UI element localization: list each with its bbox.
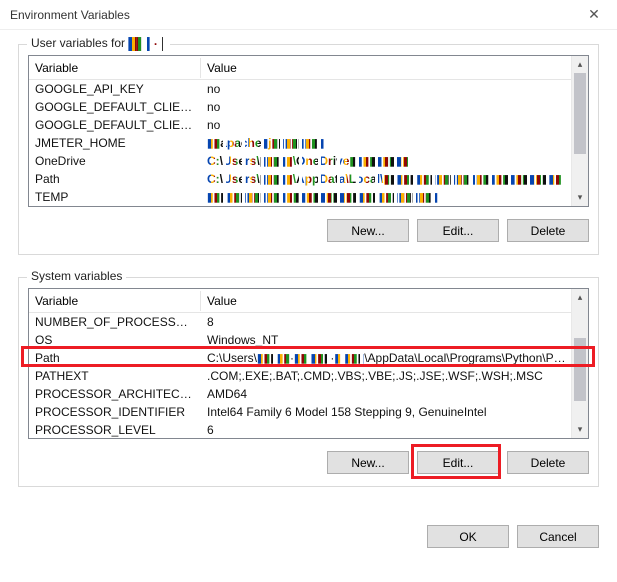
dialog-footer: OK Cancel: [0, 525, 617, 548]
table-row[interactable]: JMETER_HOME▮▮apache▮j▮▮▮▮▮▮▮▮: [29, 134, 588, 152]
system-table-header: Variable Value: [29, 289, 588, 313]
user-legend-prefix: User variables for: [31, 36, 128, 50]
table-row[interactable]: GOOGLE_DEFAULT_CLIENT_...no: [29, 116, 588, 134]
cell-value: 6: [201, 422, 588, 438]
cell-variable: Path: [29, 171, 201, 187]
table-row[interactable]: PROCESSOR_ARCHITECTUREAMD64: [29, 385, 588, 403]
user-edit-button[interactable]: Edit...: [417, 219, 499, 242]
user-variables-legend: User variables for █▌▌·▐: [27, 36, 170, 51]
cell-value: ▮▮apache▮j▮▮▮▮▮▮▮▮: [201, 135, 588, 152]
cell-value: no: [201, 81, 588, 97]
cancel-button[interactable]: Cancel: [517, 525, 599, 548]
table-row[interactable]: TEMP▮▮▮▮▮▮▮▮▮▮▮▮▮▮▮▮▮▮▮▮▮▮▮▮▮▮▮▮▮▮▮▮▮▮▮: [29, 188, 588, 206]
table-row[interactable]: NUMBER_OF_PROCESSORS8: [29, 313, 588, 331]
scroll-thumb[interactable]: [574, 338, 586, 401]
cell-value: ▮▮▮▮▮▮▮▮▮▮▮▮▮▮▮▮▮▮▮▮▮▮▮▮▮▮▮▮▮▮▮▮▮▮▮: [201, 189, 588, 206]
cell-variable: JMETER_HOME: [29, 135, 201, 151]
cell-value: Intel64 Family 6 Model 158 Stepping 9, G…: [201, 404, 588, 420]
scroll-down-icon[interactable]: ▾: [572, 189, 588, 206]
user-table-scrollbar[interactable]: ▴ ▾: [571, 56, 588, 206]
close-icon: ✕: [588, 6, 600, 23]
cell-value: AMD64: [201, 386, 588, 402]
user-buttons-row: New... Edit... Delete: [28, 219, 589, 242]
system-table-scrollbar[interactable]: ▴ ▾: [571, 289, 588, 438]
cell-variable: NUMBER_OF_PROCESSORS: [29, 314, 201, 330]
table-row[interactable]: GOOGLE_DEFAULT_CLIENT_IDno: [29, 98, 588, 116]
table-row[interactable]: OSWindows_NT: [29, 331, 588, 349]
system-variables-table[interactable]: Variable Value NUMBER_OF_PROCESSORS8OSWi…: [28, 288, 589, 439]
cell-variable: GOOGLE_DEFAULT_CLIENT_...: [29, 117, 201, 133]
scroll-track[interactable]: [572, 306, 588, 421]
cell-value: C:\Users\▮▮▮▮▮·▮▮ ▮▮▮·▮ ▮▮▮\AppData\Loca…: [201, 350, 588, 367]
cell-variable: PROCESSOR_LEVEL: [29, 422, 201, 438]
system-buttons-row: New... Edit... Delete: [28, 451, 589, 474]
table-row[interactable]: OneDriveC:\Users\▮▮▮▮▮\OneDrive▮▮▮▮▮▮▮▮▮: [29, 152, 588, 170]
window-title: Environment Variables: [10, 8, 130, 22]
cell-value: no: [201, 117, 588, 133]
system-new-button[interactable]: New...: [327, 451, 409, 474]
cell-variable: OneDrive: [29, 153, 201, 169]
table-row[interactable]: PROCESSOR_LEVEL6: [29, 421, 588, 439]
col-header-value[interactable]: Value: [201, 291, 588, 311]
system-delete-button[interactable]: Delete: [507, 451, 589, 474]
user-delete-button[interactable]: Delete: [507, 219, 589, 242]
cell-variable: PROCESSOR_IDENTIFIER: [29, 404, 201, 420]
system-edit-button[interactable]: Edit...: [417, 451, 499, 474]
table-row[interactable]: PATHEXT.COM;.EXE;.BAT;.CMD;.VBS;.VBE;.JS…: [29, 367, 588, 385]
cell-value: 8: [201, 314, 588, 330]
cell-variable: GOOGLE_API_KEY: [29, 81, 201, 97]
cell-value: no: [201, 99, 588, 115]
col-header-variable[interactable]: Variable: [29, 58, 201, 78]
user-variables-table[interactable]: Variable Value GOOGLE_API_KEYnoGOOGLE_DE…: [28, 55, 589, 207]
dialog-content: User variables for █▌▌·▐ Variable Value …: [0, 30, 617, 521]
user-variables-group: User variables for █▌▌·▐ Variable Value …: [18, 44, 599, 255]
titlebar: Environment Variables ✕: [0, 0, 617, 30]
system-variables-group: System variables Variable Value NUMBER_O…: [18, 277, 599, 487]
col-header-value[interactable]: Value: [201, 58, 588, 78]
scroll-thumb[interactable]: [574, 73, 586, 154]
cell-value: C:\Users\▮▮▮▮▮\OneDrive▮▮▮▮▮▮▮▮▮: [201, 153, 588, 170]
cell-value: .COM;.EXE;.BAT;.CMD;.VBS;.VBE;.JS;.JSE;.…: [201, 368, 588, 384]
system-variables-legend: System variables: [27, 269, 126, 283]
system-table-rows: NUMBER_OF_PROCESSORS8OSWindows_NTPathC:\…: [29, 313, 588, 439]
scroll-up-icon[interactable]: ▴: [572, 289, 588, 306]
close-button[interactable]: ✕: [573, 1, 615, 29]
user-new-button[interactable]: New...: [327, 219, 409, 242]
user-legend-name-obfuscated: █▌▌·▐: [128, 37, 166, 51]
table-row[interactable]: GOOGLE_API_KEYno: [29, 80, 588, 98]
cell-variable: GOOGLE_DEFAULT_CLIENT_ID: [29, 99, 201, 115]
cell-value: C:\Users\▮▮▮▮▮\AppData\Local\▮▮▮▮▮▮▮▮▮▮▮…: [201, 171, 588, 188]
scroll-down-icon[interactable]: ▾: [572, 421, 588, 438]
scroll-up-icon[interactable]: ▴: [572, 56, 588, 73]
table-row[interactable]: PathC:\Users\▮▮▮▮▮·▮▮ ▮▮▮·▮ ▮▮▮\AppData\…: [29, 349, 588, 367]
table-row[interactable]: PathC:\Users\▮▮▮▮▮\AppData\Local\▮▮▮▮▮▮▮…: [29, 170, 588, 188]
table-row[interactable]: PROCESSOR_IDENTIFIERIntel64 Family 6 Mod…: [29, 403, 588, 421]
cell-variable: PROCESSOR_ARCHITECTURE: [29, 386, 201, 402]
cell-variable: TEMP: [29, 189, 201, 205]
user-table-header: Variable Value: [29, 56, 588, 80]
cell-variable: OS: [29, 332, 201, 348]
ok-button[interactable]: OK: [427, 525, 509, 548]
scroll-track[interactable]: [572, 73, 588, 189]
cell-variable: PATHEXT: [29, 368, 201, 384]
cell-variable: Path: [29, 350, 201, 366]
user-table-rows: GOOGLE_API_KEYnoGOOGLE_DEFAULT_CLIENT_ID…: [29, 80, 588, 206]
cell-value: Windows_NT: [201, 332, 588, 348]
col-header-variable[interactable]: Variable: [29, 291, 201, 311]
